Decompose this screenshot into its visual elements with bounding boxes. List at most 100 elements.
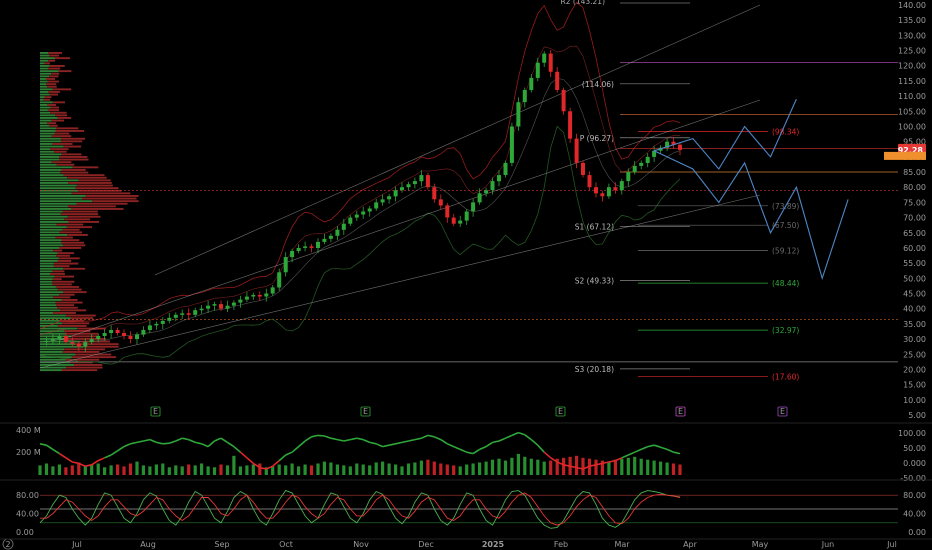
stoch-axis-label: 40.00 <box>16 510 39 519</box>
volume-bar <box>529 458 533 475</box>
volume-profile-bar-up <box>40 343 75 346</box>
candle-body <box>535 62 540 78</box>
volume-profile-bar-up <box>40 306 57 309</box>
volume-profile-bar-up <box>40 70 59 73</box>
candle-body <box>613 187 618 191</box>
volume-profile-bar-down <box>51 119 64 122</box>
volume-profile-bar-down <box>76 184 113 187</box>
candle-body <box>361 211 366 215</box>
pivot-label: P (96.27) <box>580 134 614 143</box>
price-tick-label: 120.00 <box>898 62 926 71</box>
candle-body <box>438 199 443 206</box>
volume-bar <box>368 465 372 475</box>
volume-profile-bar-down <box>59 231 82 234</box>
volume-profile-bar-down <box>58 70 72 73</box>
volume-profile-bar-up <box>40 117 58 119</box>
volume-profile-bar-up <box>40 231 60 234</box>
candle-body <box>186 313 191 315</box>
candle-body <box>548 53 553 72</box>
volume-profile-bar-up <box>40 283 53 286</box>
candle-body <box>374 202 379 209</box>
volume-profile-bar-up <box>40 317 71 320</box>
volume-profile-bar-up <box>40 166 73 169</box>
volume-bar <box>174 465 178 475</box>
volume-profile-bar-up <box>40 327 78 330</box>
volume-profile-bar-up <box>40 163 57 166</box>
candle-body <box>555 71 560 90</box>
volume-right-axis-label: 100.00 <box>898 429 926 438</box>
candle-body <box>303 246 308 248</box>
volume-profile-bar-up <box>40 293 60 296</box>
candle-body <box>270 287 275 294</box>
candle-body <box>490 181 495 191</box>
time-axis-label: Oct <box>279 540 293 549</box>
volume-profile-bar-down <box>57 325 87 327</box>
volume-profile-bar-down <box>60 309 87 312</box>
volume-profile-bar-up <box>40 80 48 83</box>
volume-profile-bar-up <box>40 221 69 223</box>
corner-badge-label: 2 <box>5 540 10 549</box>
volume-profile-bar-up <box>40 286 56 288</box>
candle-body <box>581 162 585 175</box>
candle-body <box>316 241 320 248</box>
volume-bar <box>96 463 100 475</box>
volume-bar <box>381 461 385 475</box>
volume-bar <box>562 457 566 476</box>
volume-profile-bar-down <box>49 124 58 127</box>
volume-profile-bar-up <box>40 57 55 60</box>
volume-profile-bar-up <box>40 314 66 317</box>
chart-canvas: R2 (143.21) (114.06) P (96.27) S1 (67.12) S2… <box>0 0 932 550</box>
candle-body <box>322 238 327 242</box>
volume-profile-bar-up <box>40 369 62 372</box>
volume-bar <box>458 466 462 475</box>
price-tick-label: 135.00 <box>898 16 926 25</box>
volume-profile-bar-down <box>50 111 67 114</box>
volume-profile-bar-down <box>57 252 75 255</box>
volume-bar <box>639 458 643 475</box>
pivot-label: S3 (20.18) <box>575 365 614 374</box>
volume-bar <box>400 466 404 475</box>
candle-body <box>471 202 476 212</box>
volume-profile-bar-down <box>67 215 101 218</box>
volume-bar <box>516 453 520 475</box>
volume-profile-bar-down <box>57 306 78 309</box>
volume-profile-bar-up <box>40 202 77 205</box>
volume-profile-bar-up <box>40 127 56 130</box>
candle-body <box>290 251 295 258</box>
volume-profile-bar-up <box>40 351 63 353</box>
volume-profile-bar-down <box>61 153 82 156</box>
time-axis-label: May <box>752 540 769 549</box>
price-tick-label: 140.00 <box>898 1 926 10</box>
volume-profile-bar-down <box>48 67 61 70</box>
volume-profile-bar-up <box>40 312 54 314</box>
pivot-label: S2 (49.33) <box>575 276 614 285</box>
volume-profile-bar-up <box>40 236 56 239</box>
volume-profile-bar-up <box>40 213 61 216</box>
time-axis-label: Apr <box>683 540 698 549</box>
volume-profile-bar-down <box>61 169 86 171</box>
time-axis-label: Mar <box>614 540 630 549</box>
volume-profile-bar-down <box>63 291 87 294</box>
volume-profile-bar-up <box>40 111 51 114</box>
volume-profile-bar-up <box>40 156 60 158</box>
volume-bar <box>148 466 152 475</box>
candle-body <box>212 304 217 306</box>
volume-profile-bar-up <box>40 200 93 203</box>
volume-profile-bar-down <box>49 54 60 57</box>
volume-profile-bar-up <box>40 140 61 143</box>
volume-profile-bar-up <box>40 244 64 247</box>
volume-bar <box>329 462 333 475</box>
volume-bar <box>141 465 145 475</box>
time-axis-label: Feb <box>554 540 568 549</box>
volume-bar <box>64 467 68 475</box>
candle-body <box>206 305 211 309</box>
candle-body <box>542 53 547 63</box>
volume-bar <box>581 457 585 476</box>
volume-profile-bar-down <box>47 122 57 125</box>
volume-profile-bar-up <box>40 215 68 218</box>
candle-body <box>296 248 301 251</box>
volume-bar <box>309 465 314 475</box>
volume-profile-bar-up <box>40 265 54 268</box>
volume-bar <box>206 466 210 475</box>
volume-bar <box>549 460 553 475</box>
